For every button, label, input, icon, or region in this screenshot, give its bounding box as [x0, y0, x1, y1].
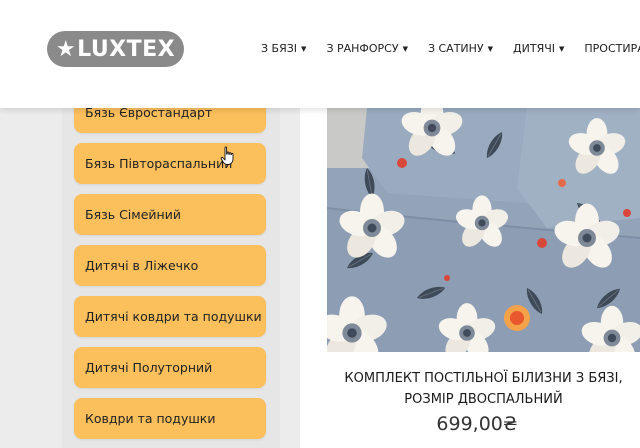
nav-item-label: З САТИНУ — [427, 42, 484, 55]
category-button[interactable]: Дитячі ковдри та подушки — [74, 296, 266, 337]
nav-item-label: ДИТЯЧІ — [513, 42, 556, 55]
product-title-line: КОМПЛЕКТ ПОСТІЛЬНОЇ БІЛИЗНИ З БЯЗІ, — [344, 371, 623, 386]
chevron-down-icon: ▼ — [301, 44, 307, 53]
site-logo[interactable]: ★ LUXTEX — [47, 31, 184, 67]
chevron-down-icon: ▼ — [559, 44, 565, 53]
nav-item-calico[interactable]: З БЯЗІ ▼ — [261, 42, 306, 55]
category-button[interactable]: Дитячі Полуторний — [74, 347, 266, 388]
category-button[interactable]: Бязь Сімейний — [74, 194, 266, 235]
nav-item-kids[interactable]: ДИТЯЧІ ▼ — [513, 42, 564, 55]
product-image[interactable] — [327, 108, 640, 352]
chevron-down-icon: ▼ — [487, 44, 494, 53]
hand-pointer-icon — [220, 146, 234, 165]
nav-item-label: ПРОСТИРАДЛА — [584, 42, 640, 55]
category-button[interactable]: Дитячі в Ліжечко — [74, 245, 266, 286]
nav-item-sheets[interactable]: ПРОСТИРАДЛА — [584, 42, 640, 55]
logo-text: LUXTEX — [77, 36, 176, 62]
nav-item-satin[interactable]: З САТИНУ ▼ — [428, 42, 493, 55]
site-header: ★ LUXTEX З БЯЗІ ▼ З РАНФОРСУ ▼ З САТИНУ … — [0, 0, 640, 108]
category-button[interactable]: Ковдри та подушки — [74, 398, 266, 439]
nav-item-label: З БЯЗІ — [261, 42, 298, 55]
star-icon: ★ — [55, 36, 77, 62]
main-nav: З БЯЗІ ▼ З РАНФОРСУ ▼ З САТИНУ ▼ ДИТЯЧІ … — [261, 42, 640, 55]
nav-item-label: З РАНФОРСУ — [326, 42, 399, 55]
product-title-line: РОЗМІР ДВОСПАЛЬНИЙ — [404, 392, 563, 407]
chevron-down-icon: ▼ — [402, 44, 408, 53]
nav-item-ranforce[interactable]: З РАНФОРСУ ▼ — [326, 42, 408, 55]
category-list: Бязь Євростандарт Бязь Півтораспальний Б… — [74, 92, 266, 448]
category-button[interactable]: Бязь Півтораспальний — [74, 143, 266, 184]
product-price: 699,00₴ — [436, 413, 518, 435]
product-title[interactable]: КОМПЛЕКТ ПОСТІЛЬНОЇ БІЛИЗНИ З БЯЗІ, РОЗМ… — [327, 368, 640, 410]
